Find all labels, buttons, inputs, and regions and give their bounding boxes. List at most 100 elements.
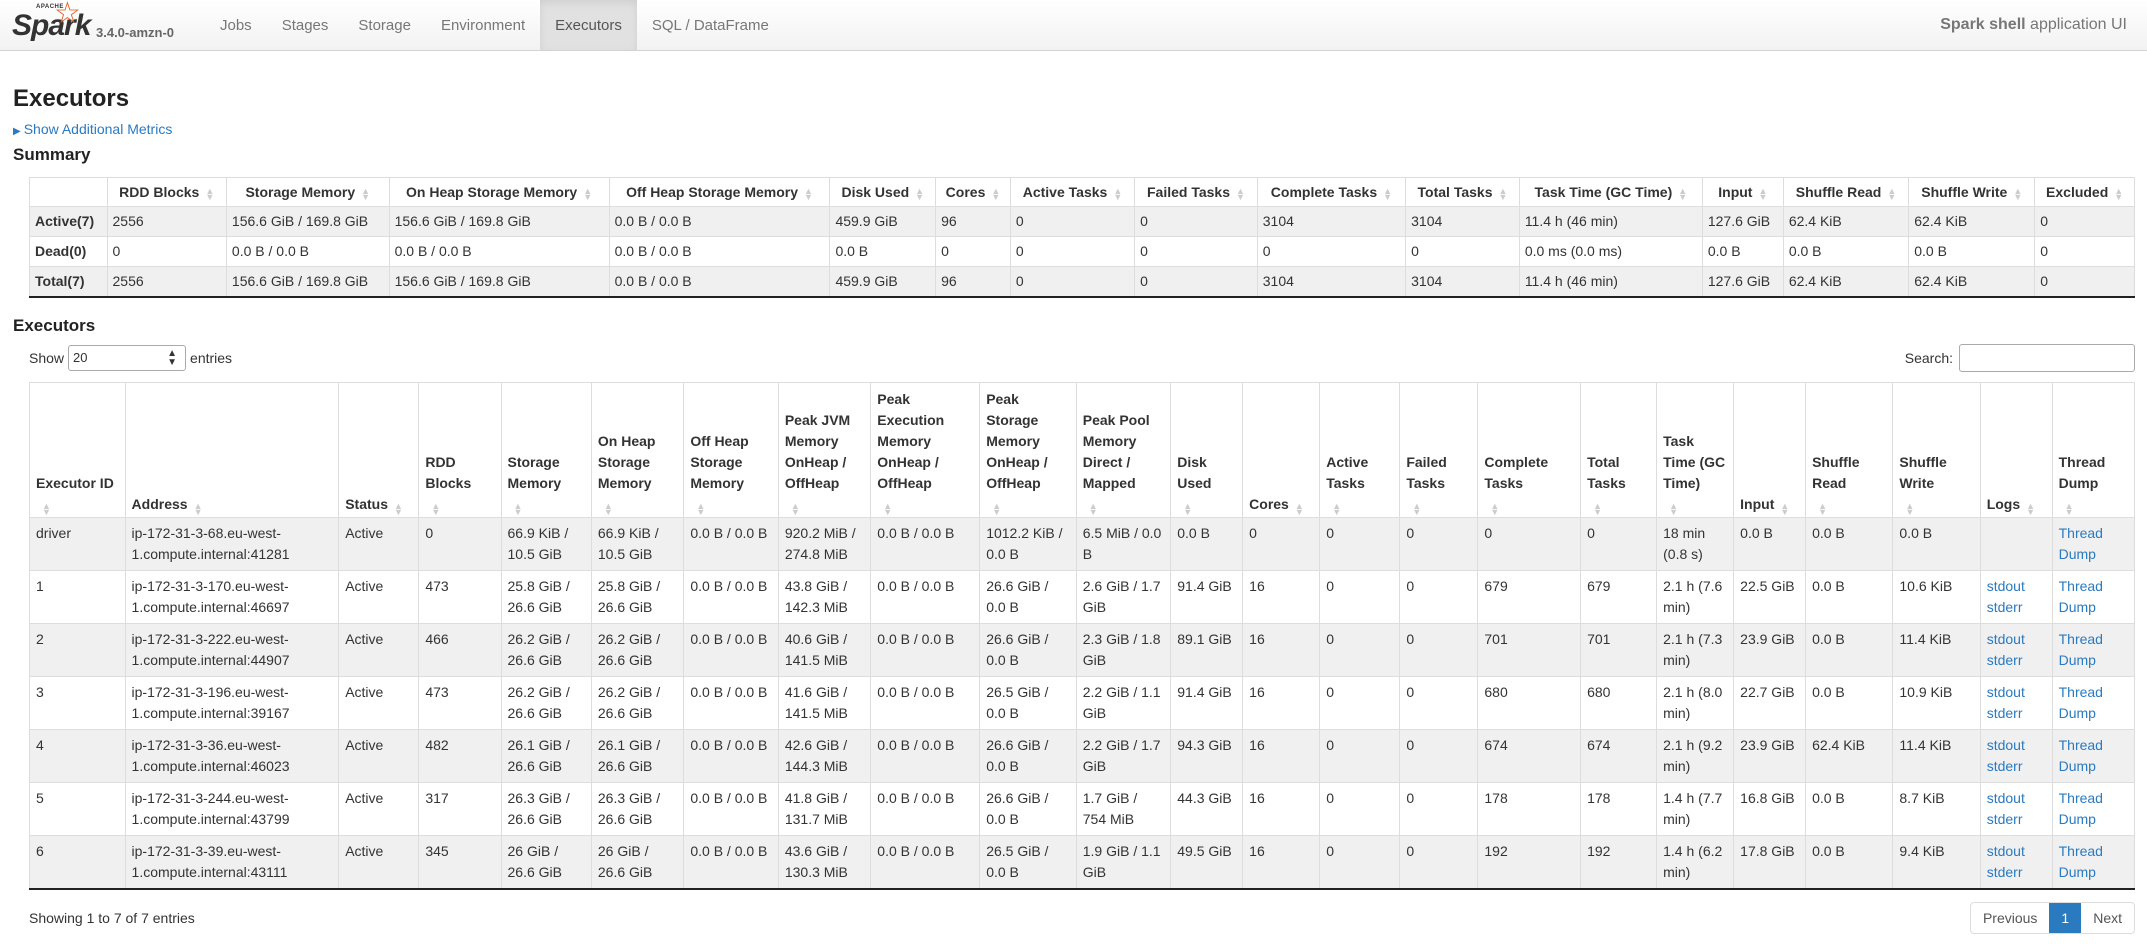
- summary-col-off-heap-storage-memory[interactable]: Off Heap Storage Memory ▲ ▼: [608, 177, 831, 207]
- summary-col-excluded[interactable]: Excluded ▲ ▼: [2034, 177, 2135, 207]
- tab-jobs[interactable]: Jobs: [205, 0, 267, 50]
- summary-cell: 0.0 B / 0.0 B: [608, 206, 831, 237]
- exec-col-peak-pool-memory-direct-mapped[interactable]: Peak Pool Memory Direct / Mapped ▲ ▼: [1075, 382, 1172, 518]
- summary-cell: 156.6 GiB / 169.8 GiB: [388, 266, 610, 298]
- summary-row-label: Total(7): [29, 266, 108, 298]
- page-1-button[interactable]: 1: [2049, 903, 2082, 933]
- exec-col-thread-dump[interactable]: Thread Dump ▲ ▼: [2051, 382, 2136, 518]
- cell-rdd-blocks: 0: [418, 517, 502, 571]
- summary-cell: 0: [1009, 236, 1136, 267]
- thread-dump-link[interactable]: Thread Dump: [2059, 578, 2103, 615]
- exec-col-total-tasks[interactable]: Total Tasks ▲ ▼: [1580, 382, 1658, 518]
- summary-col-total-tasks[interactable]: Total Tasks ▲ ▼: [1405, 177, 1520, 207]
- exec-col-storage-memory[interactable]: Storage Memory ▲ ▼: [500, 382, 592, 518]
- cell-peak-storage: 26.5 GiB / 0.0 B: [979, 835, 1077, 890]
- summary-col-active-tasks[interactable]: Active Tasks ▲ ▼: [1009, 177, 1136, 207]
- column-label: Input: [1718, 184, 1753, 200]
- stderr-log-link[interactable]: stderr: [1987, 599, 2023, 615]
- stdout-log-link[interactable]: stdout: [1987, 578, 2025, 594]
- summary-col-storage-memory[interactable]: Storage Memory ▲ ▼: [225, 177, 390, 207]
- cell-peak-storage: 26.6 GiB / 0.0 B: [979, 729, 1077, 783]
- stderr-log-link[interactable]: stderr: [1987, 758, 2023, 774]
- sort-icon: ▲ ▼: [992, 501, 1002, 517]
- cell-input: 0.0 B: [1733, 517, 1807, 571]
- show-additional-metrics-link[interactable]: Show Additional Metrics: [24, 121, 173, 137]
- summary-cell: 0: [2034, 236, 2135, 267]
- summary-col-cores[interactable]: Cores ▲ ▼: [935, 177, 1011, 207]
- cell-off-heap: 0.0 B / 0.0 B: [683, 570, 779, 624]
- thread-dump-link[interactable]: Thread Dump: [2059, 684, 2103, 721]
- search-input[interactable]: [1959, 344, 2135, 372]
- exec-col-address[interactable]: Address ▲ ▼: [124, 382, 340, 518]
- stdout-log-link[interactable]: stdout: [1987, 843, 2025, 859]
- sort-icon: ▲ ▼: [431, 501, 441, 517]
- stdout-log-link[interactable]: stdout: [1987, 790, 2025, 806]
- cell-cores: 16: [1242, 676, 1321, 730]
- exec-col-task-time-gc-time[interactable]: Task Time (GC Time) ▲ ▼: [1656, 382, 1735, 518]
- stderr-log-link[interactable]: stderr: [1987, 811, 2023, 827]
- exec-col-executor-id[interactable]: Executor ID ▲ ▼: [29, 382, 126, 518]
- search-control: Search:: [1905, 344, 2135, 372]
- exec-col-active-tasks[interactable]: Active Tasks ▲ ▼: [1319, 382, 1401, 518]
- thread-dump-link[interactable]: Thread Dump: [2059, 843, 2103, 880]
- exec-col-cores[interactable]: Cores ▲ ▼: [1242, 382, 1321, 518]
- exec-col-disk-used[interactable]: Disk Used ▲ ▼: [1170, 382, 1244, 518]
- summary-col-failed-tasks[interactable]: Failed Tasks ▲ ▼: [1134, 177, 1258, 207]
- exec-col-peak-storage-memory-onheap-offheap[interactable]: Peak Storage Memory OnHeap / OffHeap ▲ ▼: [979, 382, 1077, 518]
- exec-col-shuffle-write[interactable]: Shuffle Write ▲ ▼: [1892, 382, 1981, 518]
- summary-col-disk-used[interactable]: Disk Used ▲ ▼: [829, 177, 937, 207]
- cell-shuffle-read: 0.0 B: [1805, 517, 1894, 571]
- spark-logo[interactable]: APACHE Spark ☆: [12, 0, 92, 44]
- tab-environment[interactable]: Environment: [426, 0, 540, 50]
- tab-sql-dataframe[interactable]: SQL / DataFrame: [637, 0, 784, 50]
- stderr-log-link[interactable]: stderr: [1987, 652, 2023, 668]
- exec-col-failed-tasks[interactable]: Failed Tasks ▲ ▼: [1399, 382, 1479, 518]
- exec-col-off-heap-storage-memory[interactable]: Off Heap Storage Memory ▲ ▼: [683, 382, 779, 518]
- column-label: RDD Blocks: [119, 184, 200, 200]
- cell-shuffle-read: 0.0 B: [1805, 835, 1894, 890]
- summary-cell: 96: [935, 206, 1011, 237]
- stderr-log-link[interactable]: stderr: [1987, 864, 2023, 880]
- exec-col-input[interactable]: Input ▲ ▼: [1733, 382, 1807, 518]
- cell-peak-jvm: 42.6 GiB / 144.3 MiB: [777, 729, 872, 783]
- exec-col-on-heap-storage-memory[interactable]: On Heap Storage Memory ▲ ▼: [590, 382, 685, 518]
- tab-executors[interactable]: Executors: [540, 0, 637, 50]
- exec-col-logs[interactable]: Logs ▲ ▼: [1979, 382, 2053, 518]
- cell-on-heap: 25.8 GiB / 26.6 GiB: [590, 570, 685, 624]
- thread-dump-link[interactable]: Thread Dump: [2059, 631, 2103, 668]
- summary-cell: 62.4 KiB: [1908, 206, 2036, 237]
- previous-button[interactable]: Previous: [1971, 903, 2049, 933]
- exec-col-complete-tasks[interactable]: Complete Tasks ▲ ▼: [1477, 382, 1582, 518]
- tab-stages[interactable]: Stages: [267, 0, 344, 50]
- page-size-select[interactable]: 20 ▲ ▼: [68, 345, 187, 371]
- executor-row: 4 ip-172-31-3-36.eu-west-1.compute.intern…: [29, 729, 2136, 783]
- summary-col-rdd-blocks[interactable]: RDD Blocks ▲ ▼: [106, 177, 227, 207]
- summary-col-task-time-gc-time[interactable]: Task Time (GC Time) ▲ ▼: [1518, 177, 1703, 207]
- cell-cores: 16: [1242, 623, 1321, 677]
- next-button[interactable]: Next: [2081, 903, 2134, 933]
- logs-cell: stdout stderr: [1979, 835, 2053, 890]
- cell-address: ip-172-31-3-170.eu-west-1.compute.intern…: [124, 570, 340, 624]
- exec-col-peak-execution-memory-onheap-offheap[interactable]: Peak Execution Memory OnHeap / OffHeap ▲ ▼: [870, 382, 981, 518]
- stdout-log-link[interactable]: stdout: [1987, 684, 2025, 700]
- thread-dump-link[interactable]: Thread Dump: [2059, 737, 2103, 774]
- summary-col-shuffle-read[interactable]: Shuffle Read ▲ ▼: [1782, 177, 1910, 207]
- stdout-log-link[interactable]: stdout: [1987, 631, 2025, 647]
- summary-cell: 0: [1009, 206, 1136, 237]
- summary-col-on-heap-storage-memory[interactable]: On Heap Storage Memory ▲ ▼: [388, 177, 610, 207]
- cell-address: ip-172-31-3-39.eu-west-1.compute.interna…: [124, 835, 340, 890]
- stdout-log-link[interactable]: stdout: [1987, 737, 2025, 753]
- tab-storage[interactable]: Storage: [343, 0, 426, 50]
- exec-col-shuffle-read[interactable]: Shuffle Read ▲ ▼: [1805, 382, 1894, 518]
- summary-col-complete-tasks[interactable]: Complete Tasks ▲ ▼: [1256, 177, 1407, 207]
- stderr-log-link[interactable]: stderr: [1987, 705, 2023, 721]
- exec-col-status[interactable]: Status ▲ ▼: [338, 382, 420, 518]
- show-additional-metrics[interactable]: ▶ Show Additional Metrics: [13, 121, 2134, 137]
- thread-dump-link[interactable]: Thread Dump: [2059, 525, 2103, 562]
- thread-dump-link[interactable]: Thread Dump: [2059, 790, 2103, 827]
- summary-col-input[interactable]: Input ▲ ▼: [1701, 177, 1784, 207]
- exec-col-rdd-blocks[interactable]: RDD Blocks ▲ ▼: [418, 382, 502, 518]
- summary-col-shuffle-write[interactable]: Shuffle Write ▲ ▼: [1908, 177, 2036, 207]
- cell-id: 4: [29, 729, 126, 783]
- exec-col-peak-jvm-memory-onheap-offheap[interactable]: Peak JVM Memory OnHeap / OffHeap ▲ ▼: [777, 382, 872, 518]
